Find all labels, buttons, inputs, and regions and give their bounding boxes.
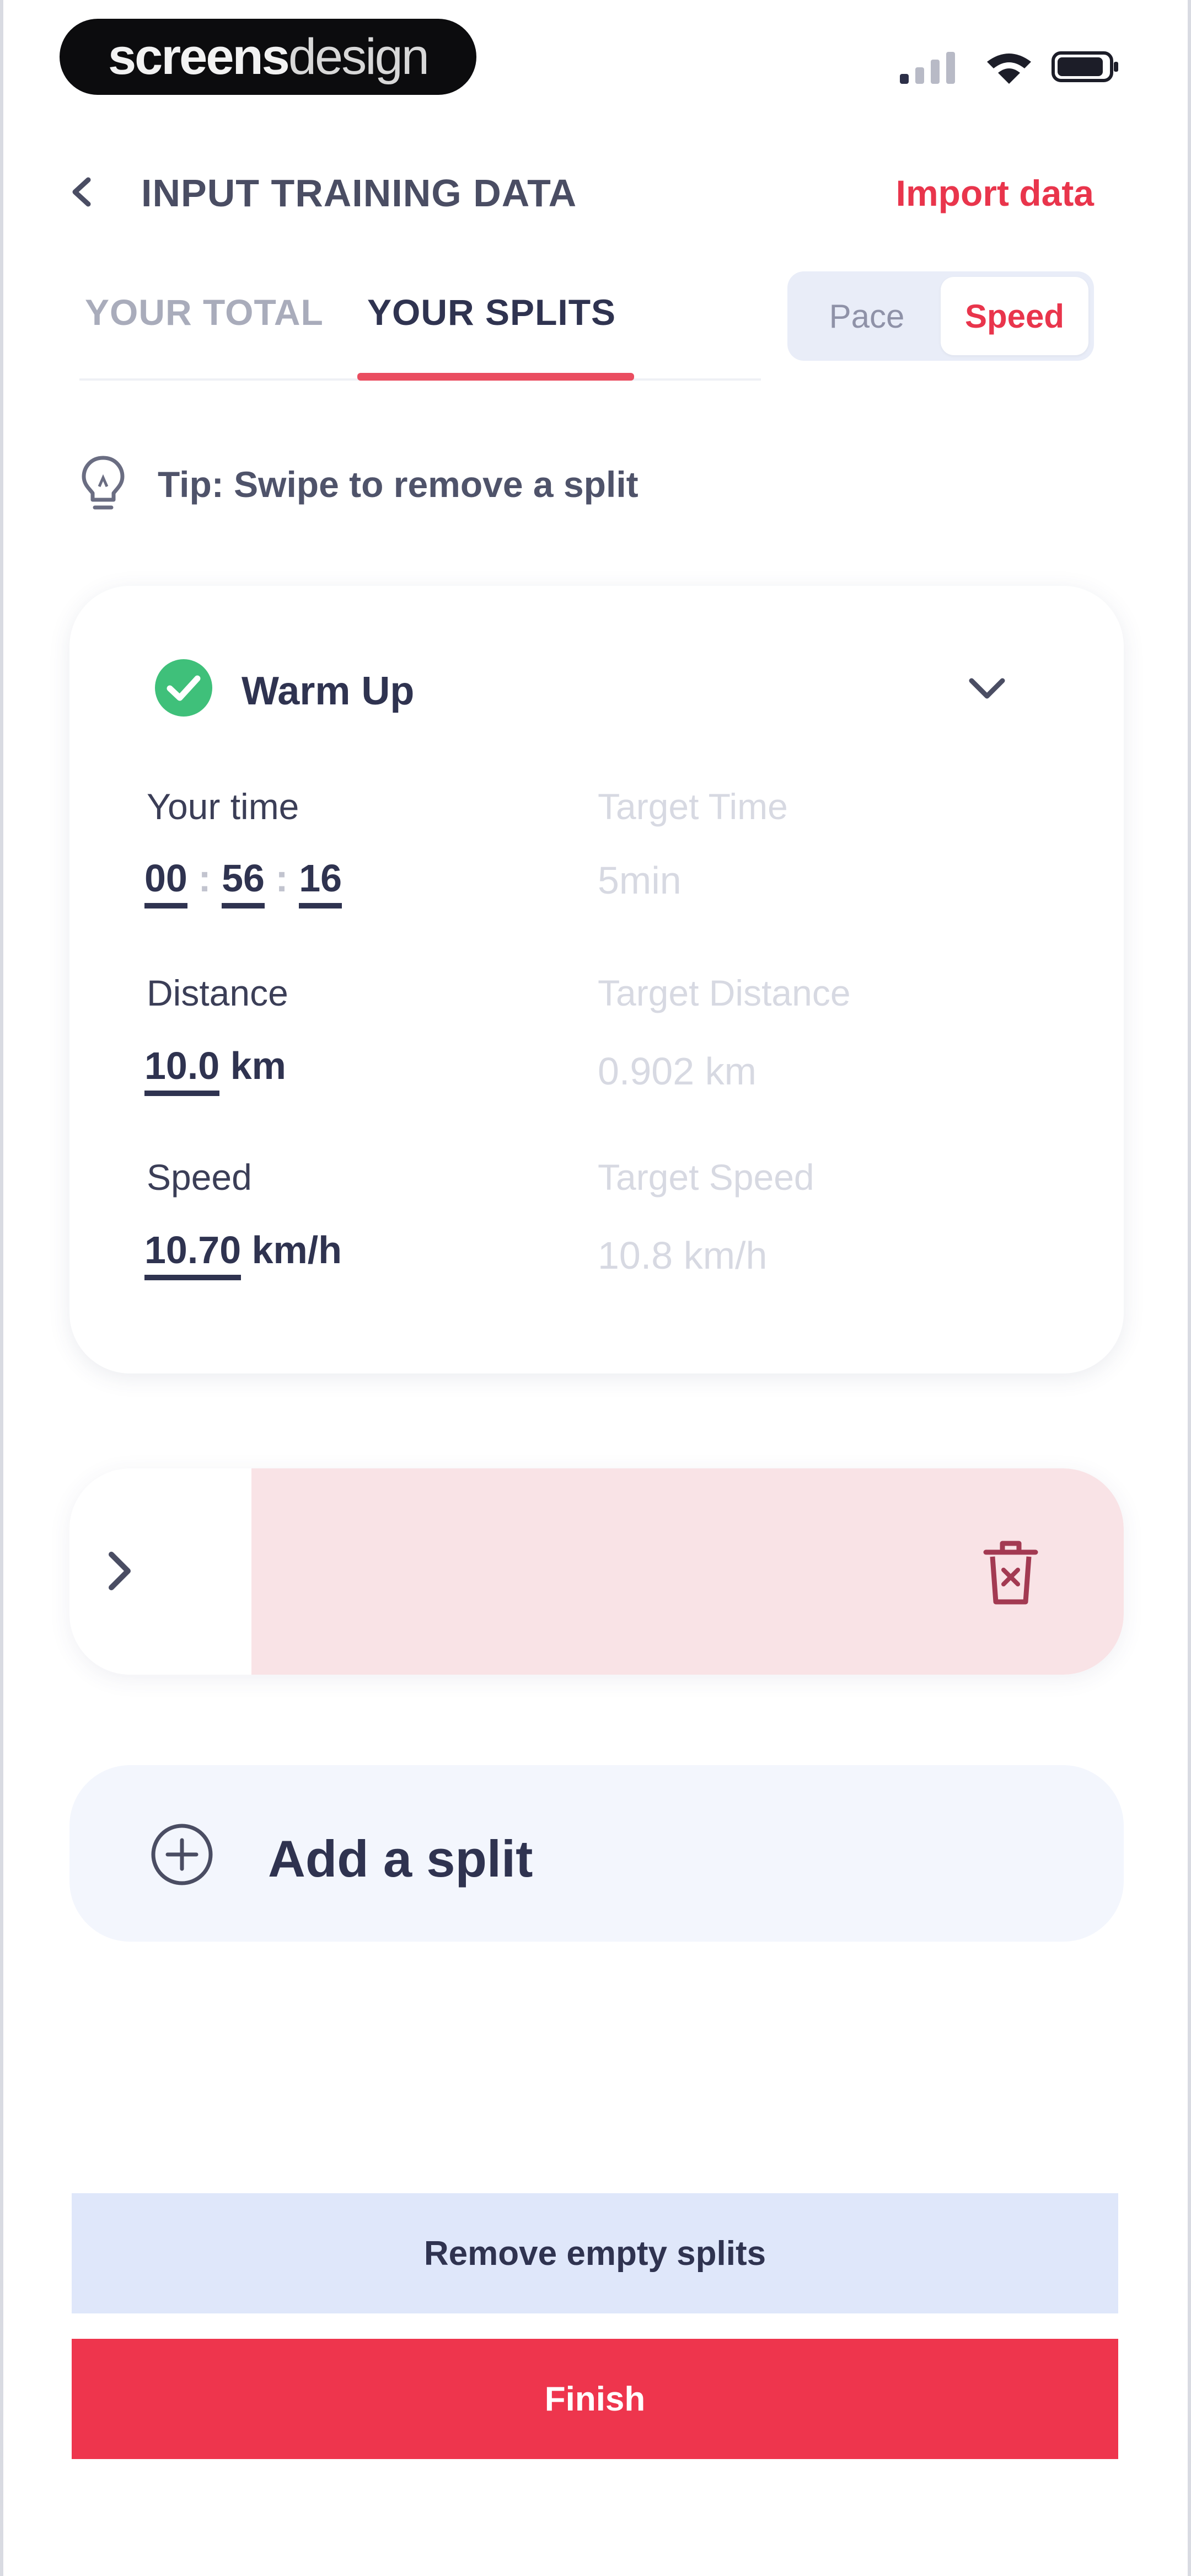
add-split-label[interactable]: Add a split bbox=[268, 1829, 533, 1889]
finish-button[interactable]: Finish bbox=[72, 2339, 1118, 2459]
distance-input[interactable]: 10.0 bbox=[144, 1044, 220, 1096]
time-hours-field[interactable]: 00 bbox=[144, 857, 187, 908]
signal-icon bbox=[900, 52, 955, 84]
remove-empty-splits-button[interactable]: Remove empty splits bbox=[72, 2193, 1118, 2313]
status-icons bbox=[900, 51, 1118, 84]
tip-text: Tip: Swipe to remove a split bbox=[158, 464, 639, 505]
brand-text-bold: screens bbox=[108, 28, 290, 85]
target-speed-value: 10.8 km/h bbox=[598, 1234, 768, 1277]
speed-input-row: 10.70 km/h bbox=[144, 1228, 342, 1280]
back-arrow-icon[interactable] bbox=[66, 175, 99, 209]
target-time-value: 5min bbox=[598, 859, 682, 902]
speed-label: Speed bbox=[147, 1157, 252, 1198]
tab-your-splits[interactable]: YOUR SPLITS bbox=[367, 291, 616, 333]
distance-input-row: 10.0 km bbox=[144, 1044, 286, 1096]
time-seconds-field[interactable]: 16 bbox=[299, 857, 342, 908]
time-minutes-field[interactable]: 56 bbox=[222, 857, 265, 908]
time-input[interactable]: 00 : 56 : 16 bbox=[144, 856, 342, 908]
plus-circle-icon[interactable] bbox=[150, 1823, 214, 1886]
pace-speed-toggle[interactable]: Pace Speed bbox=[787, 271, 1094, 361]
your-time-label: Your time bbox=[147, 786, 299, 827]
page-title: INPUT TRAINING DATA bbox=[141, 172, 577, 215]
toggle-option-speed[interactable]: Speed bbox=[941, 277, 1088, 355]
wifi-icon bbox=[987, 54, 1031, 84]
distance-unit: km bbox=[230, 1044, 286, 1087]
target-distance-label: Target Distance bbox=[598, 972, 851, 1013]
active-tab-indicator bbox=[357, 373, 634, 381]
battery-icon bbox=[1051, 51, 1118, 82]
distance-label: Distance bbox=[147, 972, 288, 1013]
split-title: Warm Up bbox=[242, 669, 415, 713]
collapsed-split-row[interactable] bbox=[69, 1468, 1124, 1675]
add-split-button[interactable] bbox=[69, 1765, 1124, 1942]
brand-logo: screens design bbox=[60, 19, 476, 95]
chevron-down-icon[interactable] bbox=[966, 673, 1008, 706]
target-distance-value: 0.902 km bbox=[598, 1050, 757, 1093]
chevron-right-icon[interactable] bbox=[104, 1549, 137, 1593]
speed-input[interactable]: 10.70 bbox=[144, 1228, 242, 1280]
speed-unit: km/h bbox=[251, 1228, 342, 1271]
lightbulb-icon bbox=[82, 456, 125, 510]
target-speed-label: Target Speed bbox=[598, 1157, 814, 1198]
target-time-label: Target Time bbox=[598, 786, 788, 827]
trash-icon[interactable] bbox=[980, 1537, 1041, 1608]
import-data-link[interactable]: Import data bbox=[896, 172, 1094, 214]
tab-your-total[interactable]: YOUR TOTAL bbox=[85, 291, 324, 333]
check-circle-icon bbox=[155, 659, 212, 717]
brand-text-light: design bbox=[288, 28, 430, 85]
toggle-option-pace[interactable]: Pace bbox=[793, 277, 941, 355]
